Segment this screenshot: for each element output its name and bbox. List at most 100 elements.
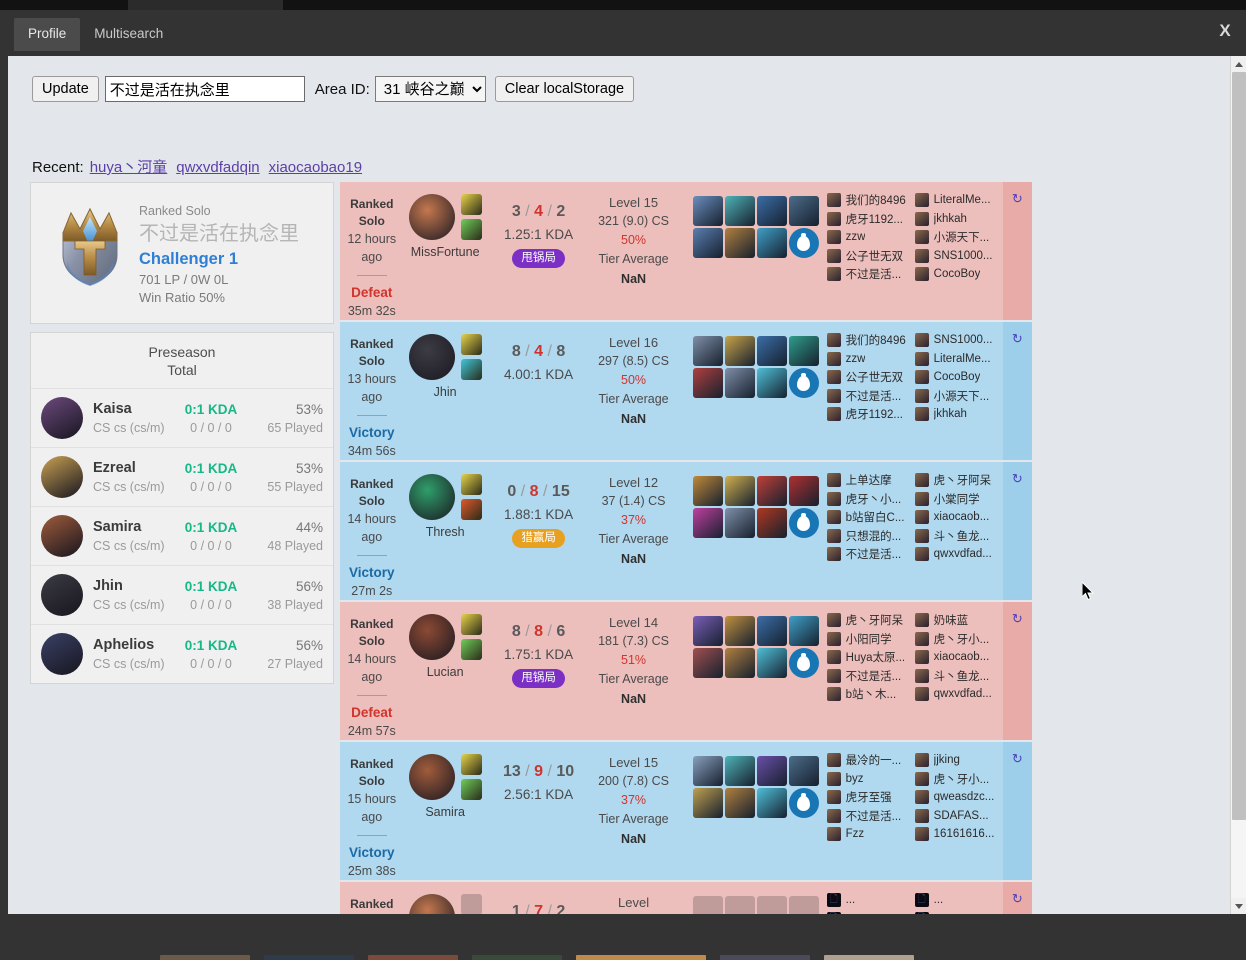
team-participant[interactable]: 16161616... [914, 825, 1003, 844]
refresh-icon[interactable]: ↻ [1012, 612, 1023, 626]
champion-stat-row[interactable]: Samira CS cs (cs/m) 0:1 KDA 0 / 0 / 0 44% 48 … [31, 506, 333, 565]
refresh-icon[interactable]: ↻ [1012, 332, 1023, 346]
team-participant[interactable]: qwxvdfad... [914, 685, 1003, 704]
taskbar-thumb[interactable] [720, 955, 810, 960]
team-participant[interactable]: qweasdzc... [914, 788, 1003, 807]
team-participant[interactable]: 只想混的... [826, 527, 915, 546]
scroll-up-button[interactable] [1231, 56, 1246, 72]
team-participant[interactable]: 不过是活... [826, 807, 915, 826]
team-participant[interactable]: 我们的8496 [826, 331, 915, 350]
match-row[interactable]: Ranked Solo 14 hours ago Victory 27m 2s Thre… [340, 462, 1032, 600]
team-participant[interactable]: jkhkah [914, 210, 1003, 229]
team-participant[interactable]: 斗丶鱼龙... [914, 527, 1003, 546]
team-participant[interactable]: 我们的8496 [826, 191, 915, 210]
team-participant[interactable]: 不过是活... [826, 265, 915, 284]
taskbar-thumb[interactable] [824, 955, 914, 960]
match-row[interactable]: Ranked Solo 12 hours ago Defeat 35m 32s Miss… [340, 182, 1032, 320]
team-participant[interactable]: b站留白C... [826, 508, 915, 527]
team-participant[interactable]: 小棠同学 [914, 490, 1003, 509]
match-refresh[interactable]: ↻ [1002, 322, 1032, 460]
team-participant[interactable]: byz [826, 770, 915, 789]
team-participant[interactable]: 不过是活... [826, 545, 915, 564]
refresh-icon[interactable]: ↻ [1012, 892, 1023, 906]
team-participant[interactable]: 奶味蓝 [914, 611, 1003, 630]
match-refresh[interactable]: ↻ [1002, 462, 1032, 600]
page-scrollbar[interactable] [1230, 56, 1246, 914]
team-participant[interactable]: ... [914, 891, 1003, 910]
recent-link[interactable]: qwxvdfadqin [176, 159, 259, 176]
team-participant[interactable]: 虎牙1192... [826, 210, 915, 229]
close-icon[interactable]: X [1214, 20, 1236, 42]
scroll-down-button[interactable] [1231, 898, 1246, 914]
team-participant[interactable]: jjking [914, 751, 1003, 770]
taskbar-thumb[interactable] [368, 955, 458, 960]
team-participant[interactable]: xiaocaob... [914, 508, 1003, 527]
match-row[interactable]: Ranked Solo 15 hours ago Victory 25m 38s Sam… [340, 742, 1032, 880]
taskbar-thumb[interactable] [160, 955, 250, 960]
match-refresh[interactable]: ↻ [1002, 602, 1032, 740]
team-participant[interactable]: Fzz [826, 825, 915, 844]
champion-stat-row[interactable]: Ezreal CS cs (cs/m) 0:1 KDA 0 / 0 / 0 53% 55 … [31, 447, 333, 506]
update-button[interactable]: Update [32, 76, 99, 102]
team-participant[interactable]: ... [826, 891, 915, 910]
team-participant[interactable]: SNS1000... [914, 331, 1003, 350]
match-row[interactable]: Ranked Solo0 hours agoDefeat0m 0sMissFor… [340, 882, 1032, 914]
team-participant[interactable]: 不过是活... [826, 667, 915, 686]
team-participant[interactable]: Huya太原... [826, 648, 915, 667]
team-participant[interactable]: 不过是活... [826, 387, 915, 406]
clear-localstorage-button[interactable]: Clear localStorage [494, 76, 635, 102]
match-refresh[interactable]: ↻ [1002, 742, 1032, 880]
scrollbar-thumb[interactable] [1232, 72, 1246, 820]
tab-profile[interactable]: Profile [14, 18, 81, 51]
team-participant[interactable]: ... [914, 910, 1003, 914]
team-participant[interactable]: SNS1000... [914, 247, 1003, 266]
participant-champion-icon [826, 211, 841, 226]
team-participant[interactable]: 虎丶牙阿呆 [914, 471, 1003, 490]
match-row[interactable]: Ranked Solo 13 hours ago Victory 34m 56s Jhi… [340, 322, 1032, 460]
taskbar-thumb[interactable] [576, 955, 706, 960]
match-row[interactable]: Ranked Solo 14 hours ago Defeat 24m 57s Luci… [340, 602, 1032, 740]
champion-stat-row[interactable]: Jhin CS cs (cs/m) 0:1 KDA 0 / 0 / 0 56% 38 Pl… [31, 565, 333, 624]
team-participant[interactable]: xiaocaob... [914, 648, 1003, 667]
summoner-input[interactable] [104, 76, 305, 102]
team-participant[interactable]: CocoBoy [914, 265, 1003, 284]
team-participant[interactable]: 虎牙丶小... [826, 490, 915, 509]
area-id-select[interactable]: 31 峡谷之巅 [374, 76, 486, 102]
team-participant[interactable]: 小阳同学 [826, 630, 915, 649]
refresh-icon[interactable]: ↻ [1012, 752, 1023, 766]
team-participant[interactable]: 虎丶牙小... [914, 630, 1003, 649]
taskbar-thumb[interactable] [472, 955, 562, 960]
taskbar-thumb[interactable] [264, 955, 354, 960]
team-participant[interactable]: 虎牙至强 [826, 788, 915, 807]
team-participant[interactable]: ... [826, 910, 915, 914]
team-participant[interactable]: SDAFAS... [914, 807, 1003, 826]
team-participant[interactable]: 虎丶牙小... [914, 770, 1003, 789]
team-participant[interactable]: 虎丶牙阿呆 [826, 611, 915, 630]
team-participant[interactable]: 公子世无双 [826, 247, 915, 266]
match-refresh[interactable]: ↻ [1002, 882, 1032, 914]
refresh-icon[interactable]: ↻ [1012, 192, 1023, 206]
team-participant[interactable]: zzw [826, 228, 915, 247]
champion-stat-row[interactable]: Aphelios CS cs (cs/m) 0:1 KDA 0 / 0 / 0 56% 2… [31, 624, 333, 683]
team-participant[interactable]: LiteralMe... [914, 350, 1003, 369]
champion-stat-row[interactable]: Kaisa CS cs (cs/m) 0:1 KDA 0 / 0 / 0 53% 65 P… [31, 388, 333, 447]
match-refresh[interactable]: ↻ [1002, 182, 1032, 320]
team-participant[interactable]: jkhkah [914, 405, 1003, 424]
team-participant[interactable]: 斗丶鱼龙... [914, 667, 1003, 686]
team-participant[interactable]: 虎牙1192... [826, 405, 915, 424]
tab-multisearch[interactable]: Multisearch [80, 18, 177, 51]
recent-link[interactable]: xiaocaobao19 [269, 159, 362, 176]
team-participant[interactable]: qwxvdfad... [914, 545, 1003, 564]
recent-link[interactable]: huya丶河童 [90, 159, 168, 176]
team-participant[interactable]: 小源天下... [914, 228, 1003, 247]
summoner-spell-icon [460, 614, 482, 635]
team-participant[interactable]: 最冷的一... [826, 751, 915, 770]
team-participant[interactable]: CocoBoy [914, 368, 1003, 387]
refresh-icon[interactable]: ↻ [1012, 472, 1023, 486]
team-participant[interactable]: 公子世无双 [826, 368, 915, 387]
team-participant[interactable]: 上单达摩 [826, 471, 915, 490]
team-participant[interactable]: zzw [826, 350, 915, 369]
team-participant[interactable]: 小源天下... [914, 387, 1003, 406]
team-participant[interactable]: b站丶木... [826, 685, 915, 704]
team-participant[interactable]: LiteralMe... [914, 191, 1003, 210]
